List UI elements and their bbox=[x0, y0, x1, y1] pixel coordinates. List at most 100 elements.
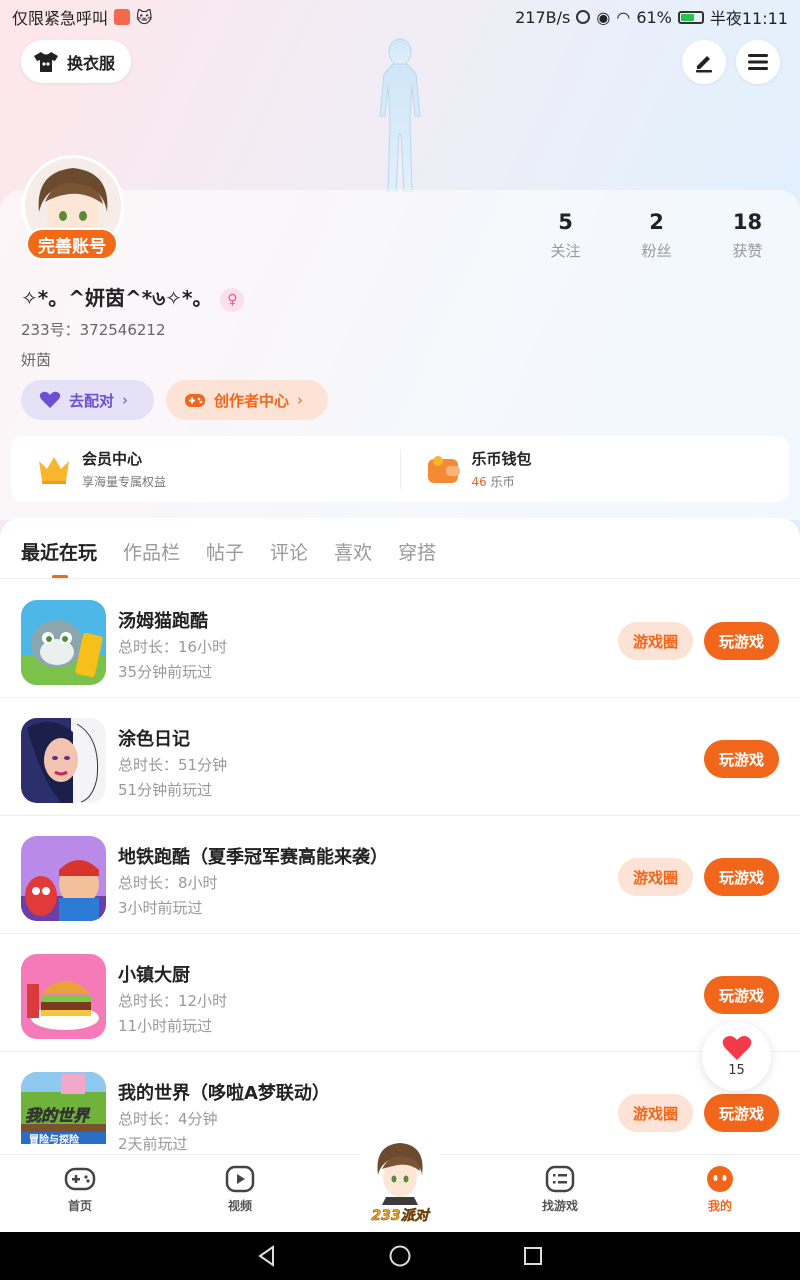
list-icon bbox=[545, 1165, 575, 1193]
nickname: ✧*。^妍茵^*৬✧*。 bbox=[21, 286, 213, 310]
back-icon[interactable] bbox=[256, 1245, 278, 1267]
match-button[interactable]: 去配对 › bbox=[21, 380, 154, 420]
nav-label: 首页 bbox=[67, 1199, 92, 1213]
game-icon-coloring bbox=[21, 718, 106, 803]
play-game-button[interactable]: 玩游戏 bbox=[704, 858, 779, 896]
game-last-played: 3小时前玩过 bbox=[118, 899, 203, 917]
tab-works[interactable]: 作品栏 bbox=[123, 538, 180, 579]
clock: 半夜11:11 bbox=[709, 9, 788, 28]
game-duration: 总时长：16小时 bbox=[118, 638, 228, 656]
video-play-icon bbox=[225, 1165, 255, 1193]
tab-likes[interactable]: 喜欢 bbox=[334, 538, 372, 579]
wallet[interactable]: 乐币钱包 46 乐币 bbox=[401, 436, 790, 502]
stat-label: 获赞 bbox=[732, 242, 763, 260]
play-game-button[interactable]: 玩游戏 bbox=[704, 740, 779, 778]
nav-find-games[interactable]: 找游戏 bbox=[520, 1165, 600, 1214]
profile-tabs: 最近在玩 作品栏 帖子 评论 喜欢 穿搭 bbox=[21, 538, 436, 579]
change-outfit-button[interactable]: 换衣服 bbox=[21, 40, 132, 83]
stat-number: 18 bbox=[732, 210, 763, 234]
game-last-played: 51分钟前玩过 bbox=[118, 781, 213, 799]
stat-likes[interactable]: 18 获赞 bbox=[702, 210, 793, 261]
game-list: 汤姆猫跑酷 总时长：16小时 35分钟前玩过 游戏圈 玩游戏 涂色日记 总时长： bbox=[0, 580, 800, 1170]
mc-subtitle-text: 冒险与探险 bbox=[29, 1135, 79, 1144]
gamepad-icon bbox=[64, 1167, 96, 1191]
battery-percent: 61% bbox=[636, 7, 672, 27]
creator-center-button[interactable]: 创作者中心 › bbox=[166, 380, 328, 420]
play-game-button[interactable]: 玩游戏 bbox=[704, 622, 779, 660]
nav-party[interactable]: 233派对 bbox=[350, 1133, 450, 1229]
edit-button[interactable] bbox=[682, 40, 726, 84]
divider bbox=[0, 578, 800, 579]
gamepad-icon bbox=[185, 394, 205, 407]
alarm-icon bbox=[576, 10, 591, 24]
chevron-right-icon: › bbox=[122, 391, 129, 409]
game-icon-minecraft: 我的世界 冒险与探险 bbox=[21, 1072, 106, 1144]
nav-label: 找游戏 bbox=[541, 1199, 578, 1213]
profile-stats: 5 关注 2 粉丝 18 获赞 bbox=[520, 210, 800, 261]
bio: 妍茵 bbox=[21, 351, 52, 369]
wallet-title: 乐币钱包 bbox=[471, 450, 532, 468]
pencil-icon bbox=[696, 56, 712, 73]
list-item[interactable]: 小镇大厨 总时长：12小时 11小时前玩过 玩游戏 bbox=[0, 934, 800, 1052]
game-icon-subway bbox=[21, 836, 106, 921]
stat-label: 关注 bbox=[550, 242, 581, 260]
menu-button[interactable] bbox=[736, 40, 780, 84]
recents-icon[interactable] bbox=[522, 1245, 544, 1267]
complete-account-badge[interactable]: 完善账号 bbox=[26, 228, 118, 260]
tab-comments[interactable]: 评论 bbox=[270, 538, 308, 579]
like-float-button[interactable]: 15 bbox=[702, 1022, 771, 1091]
stat-following[interactable]: 5 关注 bbox=[520, 210, 611, 261]
female-icon: ♀ bbox=[220, 287, 245, 312]
home-icon[interactable] bbox=[388, 1244, 412, 1268]
carrier-text: 仅限紧急呼叫 bbox=[12, 9, 109, 28]
game-icon-tom bbox=[21, 600, 106, 685]
member-center[interactable]: 会员中心 享海量专属权益 bbox=[11, 436, 400, 502]
nav-label: 233派对 bbox=[371, 1208, 429, 1225]
play-game-button[interactable]: 玩游戏 bbox=[704, 976, 779, 1014]
tab-outfits[interactable]: 穿搭 bbox=[398, 538, 436, 579]
game-name: 汤姆猫跑酷 bbox=[118, 611, 208, 632]
play-game-button[interactable]: 玩游戏 bbox=[704, 1094, 779, 1132]
heart-icon bbox=[722, 1036, 751, 1060]
stat-number: 2 bbox=[649, 210, 664, 234]
like-count: 15 bbox=[728, 1063, 745, 1078]
game-name: 小镇大厨 bbox=[118, 965, 190, 986]
list-item[interactable]: 汤姆猫跑酷 总时长：16小时 35分钟前玩过 游戏圈 玩游戏 bbox=[0, 580, 800, 698]
game-duration: 总时长：8小时 bbox=[118, 874, 218, 892]
status-bar: 仅限紧急呼叫 🐱 217B/s ◉ ◠ 61% 半夜11:11 bbox=[0, 0, 800, 34]
list-item[interactable]: 地铁跑酷（夏季冠军赛高能来袭） 总时长：8小时 3小时前玩过 游戏圈 玩游戏 bbox=[0, 816, 800, 934]
game-circle-button[interactable]: 游戏圈 bbox=[618, 622, 693, 660]
stat-fans[interactable]: 2 粉丝 bbox=[611, 210, 702, 261]
crown-icon bbox=[39, 457, 69, 484]
nav-label: 视频 bbox=[227, 1199, 252, 1213]
heart-icon bbox=[39, 391, 61, 408]
system-navigation-bar bbox=[0, 1232, 800, 1280]
nav-mine[interactable]: 我的 bbox=[680, 1165, 760, 1214]
user-id: 233号：372546212 bbox=[21, 321, 166, 339]
game-last-played: 11小时前玩过 bbox=[118, 1017, 213, 1035]
game-circle-button[interactable]: 游戏圈 bbox=[618, 858, 693, 896]
avatar-figure bbox=[379, 38, 421, 192]
member-wallet-card: 会员中心 享海量专属权益 乐币钱包 46 乐币 bbox=[11, 436, 789, 502]
stat-number: 5 bbox=[558, 210, 573, 234]
notification-icon bbox=[114, 9, 131, 25]
hamburger-icon bbox=[748, 54, 768, 70]
creator-center-label: 创作者中心 bbox=[214, 391, 290, 410]
network-speed: 217B/s bbox=[515, 7, 571, 27]
member-title: 会员中心 bbox=[82, 450, 143, 468]
list-item[interactable]: 涂色日记 总时长：51分钟 51分钟前玩过 玩游戏 bbox=[0, 698, 800, 816]
game-name: 涂色日记 bbox=[118, 729, 190, 750]
nav-video[interactable]: 视频 bbox=[200, 1165, 280, 1214]
game-duration: 总时长：51分钟 bbox=[118, 756, 228, 774]
smiley-face-icon bbox=[707, 1166, 733, 1192]
game-name: 我的世界（哆啦A梦联动） bbox=[118, 1083, 330, 1104]
tab-recently-played[interactable]: 最近在玩 bbox=[21, 538, 97, 579]
tab-posts[interactable]: 帖子 bbox=[206, 538, 244, 579]
party-avatar-icon bbox=[377, 1143, 423, 1205]
nav-home[interactable]: 首页 bbox=[40, 1165, 120, 1214]
game-circle-button[interactable]: 游戏圈 bbox=[618, 1094, 693, 1132]
change-outfit-label: 换衣服 bbox=[67, 53, 116, 73]
game-last-played: 35分钟前玩过 bbox=[118, 663, 213, 681]
nickname-row: ✧*。^妍茵^*৬✧*。 ♀ bbox=[21, 282, 245, 317]
match-label: 去配对 bbox=[69, 391, 115, 410]
